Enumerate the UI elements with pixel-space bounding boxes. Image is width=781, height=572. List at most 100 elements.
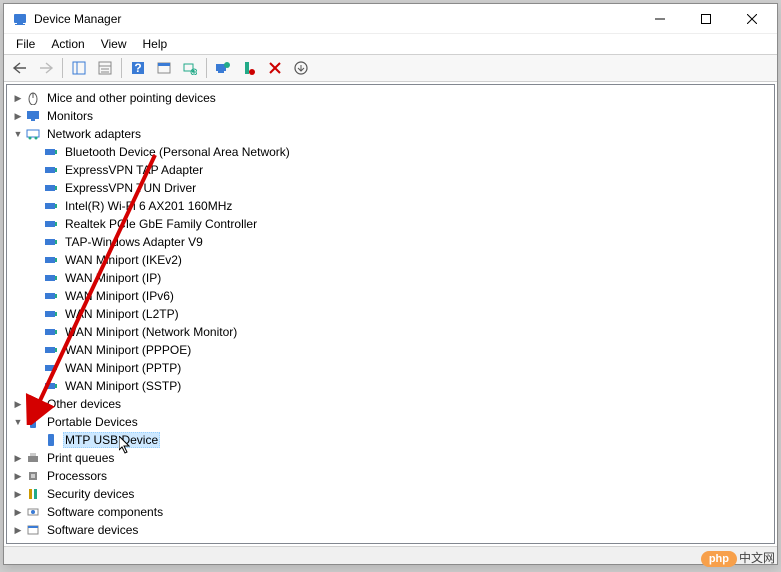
menubar: File Action View Help [4, 34, 777, 54]
tree-item[interactable]: WAN Miniport (IKEv2) [7, 251, 774, 269]
window-title: Device Manager [34, 12, 637, 26]
menu-file[interactable]: File [8, 35, 43, 53]
tree-category-swdev[interactable]: ▶ Software devices [7, 521, 774, 539]
chevron-right-icon[interactable]: ▶ [11, 523, 25, 537]
chevron-down-icon[interactable]: ▼ [11, 127, 25, 141]
tree-panel[interactable]: ▶ Mice and other pointing devices ▶ Moni… [6, 84, 775, 544]
tree-category-printq[interactable]: ▶ Print queues [7, 449, 774, 467]
chevron-right-icon[interactable]: ▶ [11, 109, 25, 123]
adapter-icon [43, 378, 59, 394]
tree-label: Software devices [45, 523, 140, 537]
disable-device-button[interactable] [263, 56, 287, 80]
tree-category-network[interactable]: ▼ Network adapters [7, 125, 774, 143]
adapter-icon [43, 198, 59, 214]
component-icon [25, 504, 41, 520]
tree-category-swcomp[interactable]: ▶ Software components [7, 503, 774, 521]
tree-label: Processors [45, 469, 109, 483]
tree-item[interactable]: WAN Miniport (IP) [7, 269, 774, 287]
enable-device-button[interactable] [289, 56, 313, 80]
chevron-right-icon[interactable]: ▶ [11, 451, 25, 465]
tree-item-mtp-usb[interactable]: MTP USB Device [7, 431, 774, 449]
tree-label: WAN Miniport (Network Monitor) [63, 325, 239, 339]
adapter-icon [43, 162, 59, 178]
tree-label: Network adapters [45, 127, 143, 141]
tree-item[interactable]: TAP-Windows Adapter V9 [7, 233, 774, 251]
back-button[interactable] [8, 56, 32, 80]
tree-label: MTP USB Device [63, 432, 160, 448]
tree-item[interactable]: WAN Miniport (Network Monitor) [7, 323, 774, 341]
sound-icon [25, 540, 41, 544]
tree-category-mice[interactable]: ▶ Mice and other pointing devices [7, 89, 774, 107]
show-hide-tree-button[interactable] [67, 56, 91, 80]
app-icon [12, 11, 28, 27]
adapter-icon [43, 288, 59, 304]
tree-item[interactable]: WAN Miniport (IPv6) [7, 287, 774, 305]
tree-item[interactable]: Realtek PCIe GbE Family Controller [7, 215, 774, 233]
tree-item[interactable]: Intel(R) Wi-Fi 6 AX201 160MHz [7, 197, 774, 215]
toolbar-separator [62, 58, 63, 78]
tree-item[interactable]: WAN Miniport (L2TP) [7, 305, 774, 323]
tree-item[interactable]: WAN Miniport (PPPOE) [7, 341, 774, 359]
adapter-icon [43, 144, 59, 160]
tree-item[interactable]: WAN Miniport (SSTP) [7, 377, 774, 395]
tree-label: WAN Miniport (SSTP) [63, 379, 183, 393]
tree-category-other[interactable]: ▶ ? Other devices [7, 395, 774, 413]
tree-category-sound[interactable]: ▶ Sound, video and game controllers [7, 539, 774, 544]
tree-category-security[interactable]: ▶ Security devices [7, 485, 774, 503]
tree-label: Security devices [45, 487, 136, 501]
menu-help[interactable]: Help [135, 35, 176, 53]
forward-button[interactable] [34, 56, 58, 80]
tree-category-monitors[interactable]: ▶ Monitors [7, 107, 774, 125]
adapter-icon [43, 306, 59, 322]
tree-label: Other devices [45, 397, 123, 411]
toolbar-separator [206, 58, 207, 78]
tree-label: TAP-Windows Adapter V9 [63, 235, 205, 249]
tree-label: Print queues [45, 451, 116, 465]
toolbar: ? [4, 54, 777, 82]
chevron-right-icon[interactable]: ▶ [11, 469, 25, 483]
menu-action[interactable]: Action [43, 35, 92, 53]
printer-icon [25, 450, 41, 466]
chevron-right-icon[interactable]: ▶ [11, 505, 25, 519]
chevron-right-icon[interactable]: ▶ [11, 487, 25, 501]
tree-label: Portable Devices [45, 415, 140, 429]
maximize-button[interactable] [683, 4, 729, 34]
tree-item[interactable]: ExpressVPN TAP Adapter [7, 161, 774, 179]
adapter-icon [43, 342, 59, 358]
portable-icon [43, 432, 59, 448]
device-manager-window: Device Manager File Action View Help ? ▶ [3, 3, 778, 565]
chevron-right-icon[interactable]: ▶ [11, 541, 25, 544]
action-button[interactable] [152, 56, 176, 80]
chevron-right-icon[interactable]: ▶ [11, 91, 25, 105]
tree-label: Intel(R) Wi-Fi 6 AX201 160MHz [63, 199, 234, 213]
chevron-right-icon[interactable]: ▶ [11, 397, 25, 411]
menu-view[interactable]: View [93, 35, 135, 53]
status-bar [4, 546, 777, 564]
update-driver-button[interactable] [211, 56, 235, 80]
tree-label: WAN Miniport (L2TP) [63, 307, 181, 321]
chevron-down-icon[interactable]: ▼ [11, 415, 25, 429]
help-button[interactable]: ? [126, 56, 150, 80]
tree-item[interactable]: WAN Miniport (PPTP) [7, 359, 774, 377]
adapter-icon [43, 360, 59, 376]
minimize-button[interactable] [637, 4, 683, 34]
tree-category-portable[interactable]: ▼ Portable Devices [7, 413, 774, 431]
security-icon [25, 486, 41, 502]
tree-label: Mice and other pointing devices [45, 91, 218, 105]
tree-label: WAN Miniport (IP) [63, 271, 163, 285]
software-icon [25, 522, 41, 538]
uninstall-device-button[interactable] [237, 56, 261, 80]
tree-label: ExpressVPN TAP Adapter [63, 163, 205, 177]
scan-button[interactable] [178, 56, 202, 80]
cpu-icon [25, 468, 41, 484]
tree-category-processors[interactable]: ▶ Processors [7, 467, 774, 485]
tree-label: WAN Miniport (IKEv2) [63, 253, 184, 267]
adapter-icon [43, 252, 59, 268]
properties-button[interactable] [93, 56, 117, 80]
tree-item[interactable]: ExpressVPN TUN Driver [7, 179, 774, 197]
tree-label: WAN Miniport (PPTP) [63, 361, 183, 375]
tree-label: Sound, video and game controllers [45, 541, 234, 544]
close-button[interactable] [729, 4, 775, 34]
tree-item[interactable]: Bluetooth Device (Personal Area Network) [7, 143, 774, 161]
adapter-icon [43, 216, 59, 232]
